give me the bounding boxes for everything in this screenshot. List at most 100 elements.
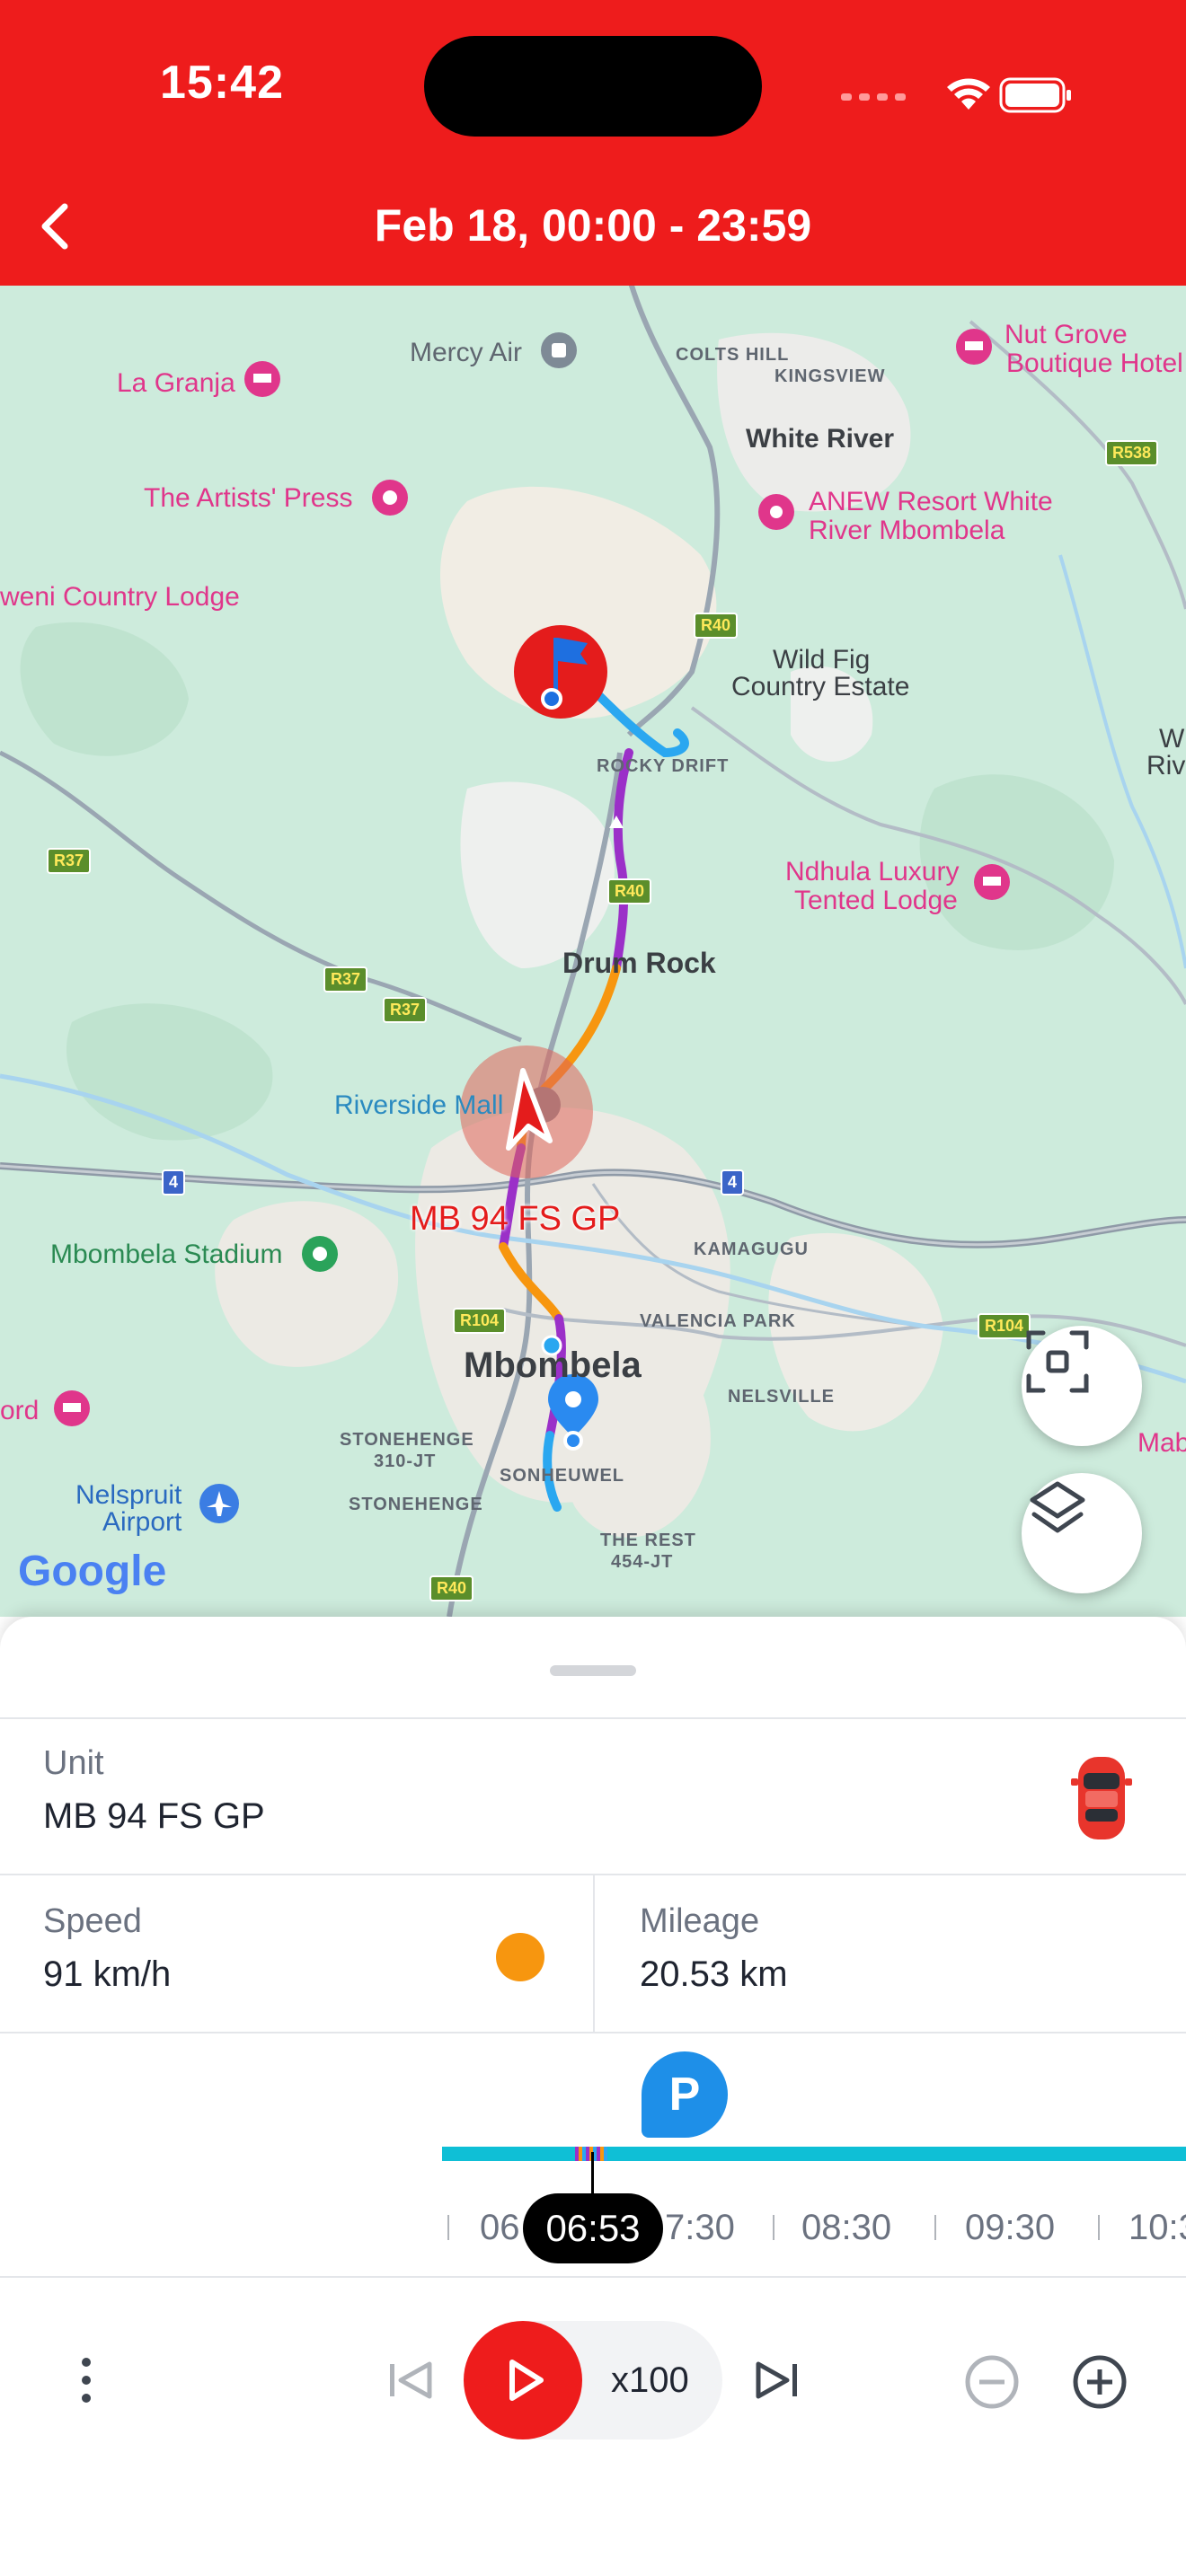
battery-icon: [999, 77, 1071, 113]
zoom-in-button[interactable]: [1064, 2346, 1136, 2418]
map-label-colts-hill: COLTS HILL: [676, 345, 790, 365]
skip-next-icon: [756, 2361, 797, 2399]
map-label-mbombela: Mbombela: [464, 1345, 642, 1385]
page-title: Feb 18, 00:00 - 23:59: [374, 200, 812, 251]
map-label-wri-1: W: [1159, 724, 1185, 754]
map-label-ndhula-2: Tented Lodge: [794, 886, 958, 915]
divider: [0, 2276, 1186, 2278]
minus-circle-icon: [965, 2355, 1019, 2409]
road-shield-n4: 4: [721, 1169, 745, 1195]
timeline-tick: [1098, 2215, 1100, 2240]
vehicle-map-label: MB 94 FS GP: [410, 1200, 621, 1238]
google-logo: Google: [18, 1548, 167, 1595]
current-time-pill[interactable]: 06:53: [523, 2193, 663, 2263]
hotel-icon: [54, 1390, 90, 1426]
road-shield-r538: R538: [1105, 440, 1159, 466]
resort-icon: [758, 494, 794, 530]
road-shield-r37: R37: [47, 848, 92, 874]
map-label-rocky-drift: ROCKY DRIFT: [597, 756, 730, 776]
layers-icon: [1030, 1481, 1085, 1533]
road-shield-r40: R40: [607, 878, 652, 904]
map-label-anew-resort-2: River Mbombela: [809, 516, 1005, 545]
speed-indicator-dot: [496, 1933, 544, 1981]
speed-value: 91 km/h: [43, 1954, 172, 1994]
start-flag-icon: [514, 625, 607, 719]
status-icons: [841, 77, 1071, 113]
focus-frame-icon: [1026, 1330, 1089, 1393]
mileage-label: Mileage: [640, 1902, 760, 1940]
more-vertical-icon: [82, 2358, 91, 2403]
map-label-riverside-mall: Riverside Mall: [334, 1090, 504, 1120]
status-time: 15:42: [160, 57, 284, 109]
wifi-icon: [947, 78, 990, 110]
timeline-tick: [773, 2215, 774, 2240]
map-label-country-lodge: weni Country Lodge: [0, 582, 240, 612]
more-options-button[interactable]: [58, 2346, 115, 2414]
timeline-tick-label: 08:30: [801, 2208, 892, 2247]
map-label-wild-fig-1: Wild Fig: [773, 645, 871, 675]
playback-speed-button[interactable]: x100: [611, 2360, 689, 2401]
dynamic-island: [424, 36, 762, 137]
play-button[interactable]: [464, 2321, 582, 2439]
map-label-mbombela-stadium: Mbombela Stadium: [50, 1239, 283, 1269]
map-label-ndhula-1: Ndhula Luxury: [785, 857, 960, 887]
timeline-tick-label: 10:3: [1128, 2208, 1186, 2247]
road-shield-r40: R40: [694, 613, 739, 639]
parking-marker[interactable]: P: [642, 2051, 728, 2138]
hotel-icon: [956, 329, 992, 365]
fit-bounds-button[interactable]: [1022, 1326, 1142, 1446]
map-label-nelsville: NELSVILLE: [728, 1387, 836, 1407]
hotel-icon: [244, 361, 280, 397]
map-label-la-granja: La Granja: [117, 368, 235, 398]
map-view[interactable]: Mercy Air La Granja The Artists' Press w…: [0, 286, 1186, 1617]
map-label-nut-grove-1: Nut Grove: [1005, 320, 1128, 349]
road-shield-r40: R40: [429, 1575, 474, 1601]
stadium-icon: [302, 1236, 338, 1272]
map-label-white-river: White River: [746, 424, 895, 454]
map-label-wri-2: Riv: [1146, 751, 1186, 781]
map-label-kamagugu: KAMAGUGU: [694, 1239, 809, 1259]
timeline-tick: [447, 2215, 449, 2240]
sheet-drag-handle[interactable]: [550, 1665, 636, 1676]
map-label-valencia-park: VALENCIA PARK: [640, 1311, 796, 1331]
play-icon: [509, 2360, 544, 2401]
timeline-tick-label: 06: [480, 2208, 520, 2247]
map-label-stonehenge-310-1: STONEHENGE: [340, 1430, 474, 1450]
divider: [0, 1717, 1186, 1719]
road-shield-r104: R104: [453, 1308, 507, 1334]
map-label-mercy-air: Mercy Air: [410, 338, 523, 367]
skip-previous-button[interactable]: [377, 2344, 449, 2416]
cellular-icon: [841, 93, 906, 101]
map-label-rest-1: THE REST: [600, 1531, 696, 1550]
map-label-ord: ord: [0, 1396, 40, 1425]
timeline-tick-label: 09:30: [965, 2208, 1056, 2247]
map-label-stonehenge-310-2: 310-JT: [374, 1451, 437, 1471]
road-shield-r37: R37: [323, 966, 368, 992]
road-shield-n4: 4: [162, 1169, 186, 1195]
timeline-tick: [934, 2215, 936, 2240]
map-label-nut-grove-2: Boutique Hotel: [1006, 348, 1183, 378]
road-shield-r37: R37: [383, 997, 428, 1023]
map-label-nelspruit-1: Nelspruit: [75, 1480, 182, 1510]
map-label-rest-2: 454-JT: [611, 1552, 674, 1572]
divider: [593, 1875, 595, 2032]
map-label-nelspruit-2: Airport: [102, 1507, 182, 1537]
map-label-drum-rock: Drum Rock: [562, 947, 716, 979]
speed-label: Speed: [43, 1902, 142, 1940]
map-label-sonheuwel: SONHEUWEL: [500, 1466, 624, 1486]
map-label-mab: Mab: [1137, 1428, 1186, 1458]
timeline-track[interactable]: [442, 2147, 1186, 2161]
timeline-tick-label: 7:30: [665, 2208, 735, 2247]
map-layers-button[interactable]: [1022, 1473, 1142, 1593]
airport-poi-icon: [541, 332, 577, 368]
map-label-kingsview: KINGSVIEW: [774, 366, 886, 386]
divider: [0, 2032, 1186, 2033]
skip-next-button[interactable]: [740, 2344, 812, 2416]
zoom-out-button[interactable]: [956, 2346, 1028, 2418]
car-icon: [1071, 1757, 1132, 1839]
unit-label: Unit: [43, 1744, 104, 1782]
map-label-wild-fig-2: Country Estate: [731, 672, 910, 701]
map-label-anew-resort-1: ANEW Resort White: [809, 487, 1053, 516]
map-label-artists-press: The Artists' Press: [144, 483, 353, 513]
hotel-icon: [974, 864, 1010, 900]
